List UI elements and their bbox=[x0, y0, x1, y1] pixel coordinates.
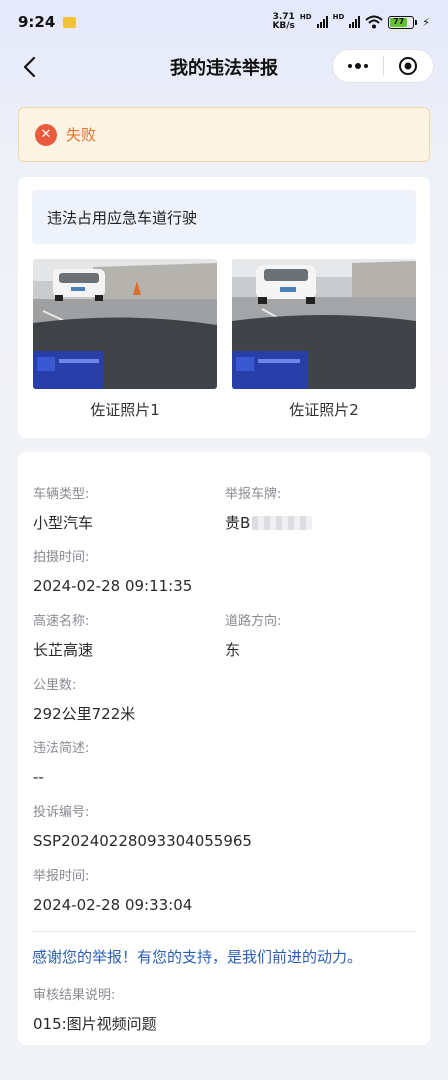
direction-label: 道路方向: bbox=[225, 614, 282, 629]
report-details-card: 车辆类型: 小型汽车 举报车牌: 贵B 拍摄时间: 2024-02-28 09:… bbox=[18, 452, 430, 1045]
status-text: 失败 bbox=[66, 126, 97, 144]
vehicle-type-label: 车辆类型: bbox=[33, 487, 90, 502]
plate-label: 举报车牌: bbox=[225, 487, 282, 502]
back-button[interactable] bbox=[16, 50, 46, 84]
complaint-no-label: 投诉编号: bbox=[33, 805, 90, 820]
plate-value: 贵B bbox=[225, 514, 251, 532]
highway-label: 高速名称: bbox=[33, 614, 90, 629]
description-label: 违法简述: bbox=[33, 741, 90, 756]
mileage-label: 公里数: bbox=[33, 678, 77, 693]
target-close-icon bbox=[399, 57, 418, 75]
status-icons: 3.71 KB/s HD HD 77 ⚡ bbox=[272, 13, 430, 31]
close-mini-program-button[interactable] bbox=[384, 50, 434, 82]
description-value: -- bbox=[33, 768, 44, 786]
mileage-field: 公里数: 292公里722米 bbox=[33, 676, 135, 726]
description-field: 违法简述: -- bbox=[33, 739, 89, 789]
capture-time-label: 拍摄时间: bbox=[33, 550, 90, 565]
complaint-no-field: 投诉编号: SSP20240228093304055965 bbox=[33, 803, 252, 853]
violation-type: 违法占用应急车道行驶 bbox=[32, 190, 416, 244]
evidence-photo-1[interactable] bbox=[33, 259, 217, 389]
report-time-label: 举报时间: bbox=[33, 869, 90, 884]
direction-field: 道路方向: 东 bbox=[225, 612, 281, 662]
more-button[interactable] bbox=[333, 50, 383, 82]
battery-icon: 77 bbox=[388, 15, 418, 29]
review-label: 审核结果说明: bbox=[33, 988, 116, 1003]
vehicle-type-value: 小型汽车 bbox=[33, 514, 94, 532]
chevron-left-icon bbox=[23, 56, 36, 78]
plate-value-row: 贵B bbox=[225, 511, 313, 535]
divider bbox=[32, 931, 416, 932]
net-speed-unit: KB/s bbox=[272, 21, 295, 31]
status-banner: ✕ 失败 bbox=[18, 107, 430, 162]
network-speed: 3.71 KB/s bbox=[272, 13, 294, 31]
thanks-message: 感谢您的举报！有您的支持，是我们前进的动力。 bbox=[32, 948, 363, 966]
signal-icon-2 bbox=[349, 16, 361, 28]
more-icon bbox=[347, 63, 368, 69]
page-title: 我的违法举报 bbox=[170, 58, 278, 79]
review-value: 015:图片视频问题 bbox=[33, 1015, 157, 1033]
review-field: 审核结果说明: 015:图片视频问题 bbox=[33, 986, 157, 1036]
fail-icon: ✕ bbox=[35, 123, 57, 146]
report-time-value: 2024-02-28 09:33:04 bbox=[33, 896, 193, 914]
charging-icon: ⚡ bbox=[422, 15, 430, 29]
capture-time-field: 拍摄时间: 2024-02-28 09:11:35 bbox=[33, 548, 192, 598]
report-time-field: 举报时间: 2024-02-28 09:33:04 bbox=[33, 867, 192, 917]
highway-value: 长芷高速 bbox=[33, 641, 94, 659]
complaint-no-value: SSP20240228093304055965 bbox=[33, 832, 252, 850]
wifi-icon bbox=[365, 15, 383, 29]
plate-field: 举报车牌: 贵B bbox=[225, 485, 313, 535]
hd-badge-2: HD bbox=[332, 13, 345, 21]
evidence-photo-2[interactable] bbox=[232, 259, 416, 389]
capture-time-value: 2024-02-28 09:11:35 bbox=[33, 577, 193, 595]
highway-field: 高速名称: 长芷高速 bbox=[33, 612, 93, 662]
signal-icon-1 bbox=[316, 16, 328, 28]
vehicle-type-field: 车辆类型: 小型汽车 bbox=[33, 485, 93, 535]
hd-badge-1: HD bbox=[299, 13, 312, 21]
notification-icon bbox=[63, 16, 77, 28]
plate-mask bbox=[252, 516, 313, 530]
photo-2-label: 佐证照片2 bbox=[289, 401, 359, 419]
evidence-card: 违法占用应急车道行驶 佐证照片1 佐证照片2 bbox=[18, 177, 430, 438]
battery-level: 77 bbox=[390, 17, 408, 27]
clock: 9:24 bbox=[18, 13, 56, 31]
photo-1-label: 佐证照片1 bbox=[90, 401, 160, 419]
mileage-value: 292公里722米 bbox=[33, 705, 136, 723]
nav-bar: 我的违法举报 bbox=[0, 44, 448, 90]
mini-program-capsule bbox=[332, 49, 434, 83]
direction-value: 东 bbox=[225, 641, 241, 659]
status-bar: 9:24 3.71 KB/s HD HD 77 ⚡ bbox=[0, 0, 448, 44]
